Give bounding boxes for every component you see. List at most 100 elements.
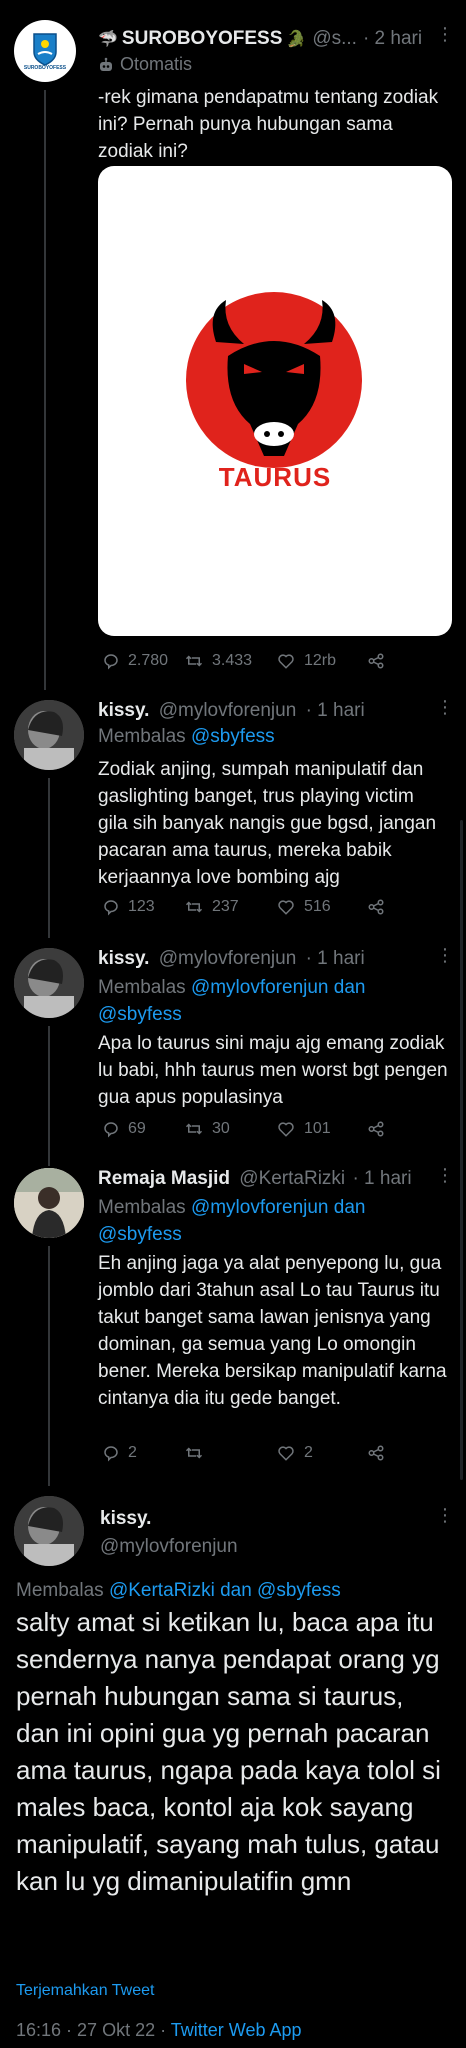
share-button[interactable] xyxy=(366,1444,386,1462)
share-icon xyxy=(368,653,384,669)
avatar[interactable] xyxy=(14,1168,84,1238)
author-name[interactable]: Remaja Masjid xyxy=(98,1168,230,1189)
share-button[interactable] xyxy=(366,1120,386,1138)
avatar[interactable] xyxy=(14,948,84,1018)
avatar[interactable] xyxy=(14,700,84,770)
like-count: 516 xyxy=(304,898,331,915)
replying-to-label: Membalas xyxy=(98,1197,186,1218)
avatar[interactable] xyxy=(14,1496,84,1566)
more-options-icon[interactable]: ⋮ xyxy=(436,698,454,716)
reply-count: 123 xyxy=(128,898,155,915)
crocodile-icon: 🐊 xyxy=(286,31,307,48)
heart-icon xyxy=(278,654,294,669)
reply-icon xyxy=(104,1122,118,1138)
reply-button[interactable]: 123 xyxy=(102,898,184,916)
thread-line xyxy=(48,778,50,938)
like-button[interactable]: 516 xyxy=(276,898,366,916)
reply-icon xyxy=(104,1446,118,1462)
profile-photo-icon xyxy=(14,1168,84,1238)
replying-to-link[interactable]: @sbyfess xyxy=(191,726,275,747)
tweet-time[interactable]: · 2 hari xyxy=(363,28,422,50)
author-handle[interactable]: @mylovforenjun xyxy=(100,1536,238,1558)
profile-photo-icon xyxy=(14,948,84,1018)
like-count: 101 xyxy=(304,1120,331,1137)
tweet-text: Eh anjing jaga ya alat penyepong lu, gua… xyxy=(98,1253,447,1409)
like-count: 2 xyxy=(304,1444,313,1461)
tweet-timestamp[interactable]: 16:16 · 27 Okt 22 · xyxy=(16,2020,171,2040)
taurus-label: TAURUS xyxy=(218,462,332,492)
tweet-actions: 2.780 3.433 12rb xyxy=(102,652,386,670)
author-name[interactable]: kissy. xyxy=(98,948,149,969)
scrollbar[interactable] xyxy=(460,820,463,1480)
tweet-text: salty amat si ketikan lu, baca apa itu s… xyxy=(16,1607,441,1896)
reply-count: 2.780 xyxy=(128,652,169,669)
reply-icon xyxy=(104,900,118,916)
reply-button[interactable]: 2 xyxy=(102,1444,184,1462)
reply-count: 2 xyxy=(128,1444,137,1461)
retweet-count: 3.433 xyxy=(212,652,253,669)
share-button[interactable] xyxy=(366,898,386,916)
avatar[interactable]: SUROBOYOFESS xyxy=(14,20,76,82)
tweet-text: Zodiak anjing, sumpah manipulatif dan ga… xyxy=(98,759,437,888)
reply-button[interactable]: 69 xyxy=(102,1120,184,1138)
shark-icon: 🦈 xyxy=(98,31,118,48)
reply-icon xyxy=(104,654,118,670)
more-options-icon[interactable]: ⋮ xyxy=(436,1506,454,1524)
retweet-count: 237 xyxy=(212,898,239,915)
more-options-icon[interactable]: ⋮ xyxy=(436,1166,454,1184)
retweet-icon xyxy=(185,901,203,913)
retweet-icon xyxy=(185,655,203,667)
share-icon xyxy=(368,899,384,915)
author-name[interactable]: kissy. xyxy=(98,700,149,721)
reply-count: 69 xyxy=(128,1120,146,1137)
author-name[interactable]: kissy. xyxy=(100,1508,151,1530)
tweet-actions: 69 30 101 xyxy=(102,1120,386,1138)
replying-to-label: Membalas xyxy=(98,726,186,747)
tweet-image[interactable]: TAURUS xyxy=(98,166,452,636)
more-options-icon[interactable]: ⋮ xyxy=(436,25,454,43)
heart-icon xyxy=(278,1122,294,1137)
like-button[interactable]: 2 xyxy=(276,1444,366,1462)
tweet-actions: 2 2 xyxy=(102,1444,386,1462)
heart-icon xyxy=(278,1446,294,1461)
like-button[interactable]: 12rb xyxy=(276,652,366,670)
thread-line xyxy=(48,1026,50,1166)
retweet-button[interactable]: 30 xyxy=(184,1120,276,1138)
replying-to-link[interactable]: @KertaRizki dan @sbyfess xyxy=(109,1580,341,1601)
like-count: 12rb xyxy=(304,652,337,669)
tweet-source[interactable]: Twitter Web App xyxy=(171,2020,302,2040)
replying-to-label: Membalas xyxy=(98,977,186,998)
automation-label: Otomatis xyxy=(120,54,193,74)
taurus-bull-icon xyxy=(186,292,362,468)
like-button[interactable]: 101 xyxy=(276,1120,366,1138)
author-handle[interactable]: @KertaRizki xyxy=(239,1168,345,1189)
replying-to-label: Membalas xyxy=(16,1580,104,1601)
retweet-button[interactable] xyxy=(184,1444,276,1462)
profile-photo-icon xyxy=(14,700,84,770)
share-icon xyxy=(368,1445,384,1461)
retweet-icon xyxy=(185,1447,203,1459)
reply-button[interactable]: 2.780 xyxy=(102,652,184,670)
author-handle[interactable]: @mylovforenjun xyxy=(159,948,297,969)
tweet-text: -rek gimana pendapatmu tentang zodiak in… xyxy=(98,87,439,162)
retweet-button[interactable]: 3.433 xyxy=(184,652,276,670)
retweet-count: 30 xyxy=(212,1120,230,1137)
translate-tweet-link[interactable]: Terjemahkan Tweet xyxy=(16,1982,154,2000)
tweet-time[interactable]: · 1 hari xyxy=(306,700,365,721)
thread-line xyxy=(48,1246,50,1486)
robot-icon xyxy=(100,57,112,71)
retweet-icon xyxy=(185,1123,203,1135)
more-options-icon[interactable]: ⋮ xyxy=(436,946,454,964)
thread-line xyxy=(44,90,46,690)
retweet-button[interactable]: 237 xyxy=(184,898,276,916)
author-name[interactable]: SUROBOYOFESS xyxy=(122,28,282,50)
share-button[interactable] xyxy=(366,652,386,670)
share-icon xyxy=(368,1121,384,1137)
tweet-text: Apa lo taurus sini maju ajg emang zodiak… xyxy=(98,1033,448,1108)
author-handle[interactable]: @mylovforenjun xyxy=(159,700,297,721)
author-handle[interactable]: @s... xyxy=(312,28,357,50)
avatar-label: SUROBOYOFESS xyxy=(23,65,67,71)
tweet-time[interactable]: · 1 hari xyxy=(306,948,365,969)
heart-icon xyxy=(278,900,294,915)
tweet-time[interactable]: · 1 hari xyxy=(352,1168,411,1189)
